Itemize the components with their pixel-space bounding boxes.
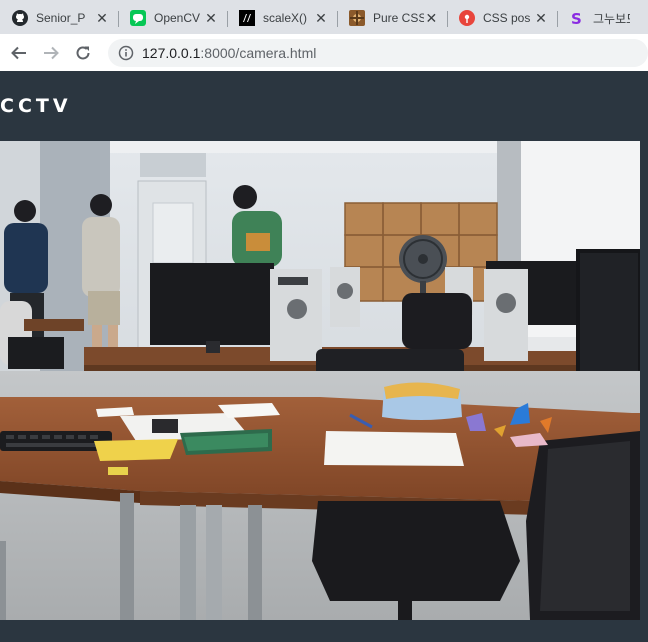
reload-button[interactable] [69, 39, 96, 67]
back-button[interactable] [5, 39, 32, 67]
arrow-right-icon [43, 46, 59, 59]
address-bar[interactable]: 127.0.0.1:8000/camera.html [108, 38, 648, 67]
close-icon[interactable]: ✕ [313, 10, 329, 26]
browser-toolbar: 127.0.0.1:8000/camera.html [0, 34, 648, 71]
tab-title: 그누보드 [593, 11, 630, 26]
svg-text:S: S [571, 10, 582, 26]
tab-scalex[interactable]: scaleX() ✕ [227, 2, 337, 34]
close-icon[interactable]: ✕ [203, 10, 219, 26]
tab-opencv[interactable]: OpenCV ✕ [118, 2, 227, 34]
codepen-icon [349, 10, 365, 26]
close-icon[interactable]: ✕ [533, 10, 549, 26]
line-icon [130, 10, 146, 26]
tab-css-pos[interactable]: CSS pos ✕ [447, 2, 557, 34]
sir-icon: S [569, 10, 585, 26]
arrow-left-icon [10, 46, 26, 59]
cctv-feed-image [0, 141, 640, 620]
info-icon[interactable] [118, 45, 134, 61]
tab-title: OpenCV [154, 11, 201, 25]
tab-senior[interactable]: Senior_P ✕ [0, 2, 118, 34]
tab-strip: Senior_P ✕ OpenCV ✕ scaleX() ✕ Pure CSS … [0, 0, 648, 34]
tab-title: Senior_P [36, 11, 86, 25]
close-icon[interactable]: ✕ [424, 10, 439, 26]
tab-title: CSS pos [483, 11, 531, 25]
reload-icon [76, 45, 89, 59]
tab-gnuboard[interactable]: S 그누보드 [557, 2, 638, 34]
tab-pure-css[interactable]: Pure CSS ✕ [337, 2, 447, 34]
page-title: CCTV [0, 95, 72, 117]
github-icon [12, 10, 28, 26]
tab-title: Pure CSS [373, 11, 424, 25]
pinterest-icon [459, 10, 475, 26]
url-host: 127.0.0.1 [142, 44, 201, 61]
forward-button[interactable] [37, 39, 64, 67]
close-icon[interactable]: ✕ [94, 10, 110, 26]
tab-title: scaleX() [263, 11, 308, 25]
mdn-icon [239, 10, 255, 26]
url-path: :8000/camera.html [200, 44, 317, 61]
